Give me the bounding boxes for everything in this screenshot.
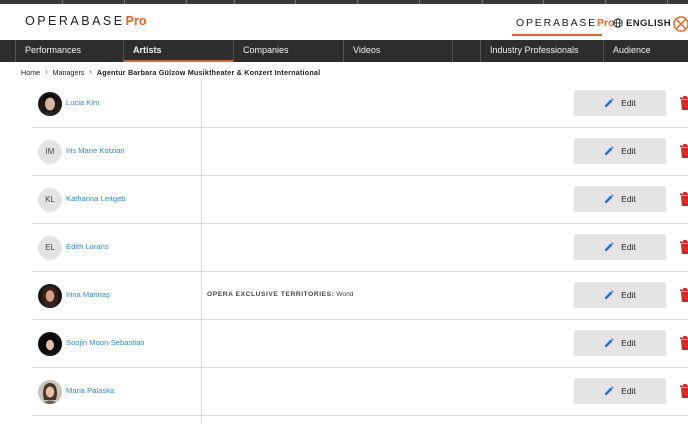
pro-button-text: OPERABASE bbox=[516, 17, 597, 29]
edit-button[interactable]: Edit bbox=[574, 378, 666, 404]
chevron-right-icon: › bbox=[89, 68, 92, 76]
avatar-initials: IM bbox=[38, 140, 62, 164]
trash-icon[interactable] bbox=[680, 192, 688, 206]
nav-performances[interactable]: Performances bbox=[15, 40, 123, 62]
edit-button[interactable]: Edit bbox=[574, 282, 666, 308]
nav-artists[interactable]: Artists bbox=[123, 40, 233, 62]
hub-icon[interactable] bbox=[672, 15, 688, 33]
trash-icon[interactable] bbox=[680, 336, 688, 350]
operabase-pro-button[interactable]: OPERABASEPro bbox=[512, 13, 615, 36]
nav-industry-professionals[interactable]: Industry Professionals bbox=[480, 40, 603, 62]
logo-pro: Pro bbox=[125, 14, 147, 28]
artist-row: IM Iris Marie Kotzian Edit bbox=[32, 128, 688, 176]
artist-row: Irina Marinaş OPERA EXCLUSIVE TERRITORIE… bbox=[32, 272, 688, 320]
logo-text: OPERABASE bbox=[25, 14, 125, 28]
avatar bbox=[38, 380, 62, 404]
artist-row: KL Katharina Leitgeb Edit bbox=[32, 176, 688, 224]
nav-companies[interactable]: Companies bbox=[233, 40, 343, 62]
trash-icon[interactable] bbox=[680, 144, 688, 158]
territory-label: OPERA EXCLUSIVE TERRITORIES: bbox=[207, 291, 335, 298]
header: OPERABASEPro OPERABASEPro ENGLISH bbox=[0, 4, 688, 40]
artist-row: Soojin Moon-Sebastian Edit bbox=[32, 320, 688, 368]
breadcrumb-managers[interactable]: Managers bbox=[53, 68, 85, 77]
artist-row: Lucia Kim Edit bbox=[32, 80, 688, 128]
avatar bbox=[38, 332, 62, 356]
pencil-icon bbox=[605, 290, 614, 299]
pencil-icon bbox=[605, 386, 614, 395]
nav-audience[interactable]: Audience bbox=[603, 40, 688, 62]
artist-name[interactable]: Soojin Moon-Sebastian bbox=[66, 338, 145, 347]
pencil-icon bbox=[605, 98, 614, 107]
trash-icon[interactable] bbox=[680, 240, 688, 254]
territory-info: OPERA EXCLUSIVE TERRITORIES: World bbox=[207, 291, 353, 298]
pencil-icon bbox=[605, 242, 614, 251]
edit-button[interactable]: Edit bbox=[574, 186, 666, 212]
edit-label: Edit bbox=[621, 194, 636, 204]
breadcrumb: Home › Managers › Agentur Barbara Gülzow… bbox=[21, 67, 320, 77]
artist-row: EL Edith Lorans Edit bbox=[32, 224, 688, 272]
artist-name[interactable]: Maria Palaska bbox=[66, 386, 114, 395]
artist-name[interactable]: Lucia Kim bbox=[66, 98, 99, 107]
artist-name[interactable]: Edith Lorans bbox=[66, 242, 109, 251]
pencil-icon bbox=[605, 338, 614, 347]
artist-name[interactable]: Irina Marinaş bbox=[66, 290, 110, 299]
edit-button[interactable]: Edit bbox=[574, 138, 666, 164]
pencil-icon bbox=[605, 194, 614, 203]
avatar-initials: EL bbox=[38, 236, 62, 260]
globe-icon bbox=[613, 18, 623, 28]
edit-label: Edit bbox=[621, 386, 636, 396]
trash-icon[interactable] bbox=[680, 384, 688, 398]
edit-label: Edit bbox=[621, 146, 636, 156]
edit-button[interactable]: Edit bbox=[574, 90, 666, 116]
artist-name[interactable]: Iris Marie Kotzian bbox=[66, 146, 125, 155]
edit-label: Edit bbox=[621, 242, 636, 252]
artist-list: Lucia Kim Edit IM Iris Marie Kotzian Edi… bbox=[32, 80, 688, 424]
avatar-initials: KL bbox=[38, 188, 62, 212]
nav-videos[interactable]: Videos bbox=[343, 40, 452, 62]
edit-button[interactable]: Edit bbox=[574, 330, 666, 356]
breadcrumb-current: Agentur Barbara Gülzow Musiktheater & Ko… bbox=[96, 67, 321, 77]
edit-label: Edit bbox=[621, 98, 636, 108]
language-label: ENGLISH bbox=[626, 17, 672, 29]
territory-value: World bbox=[336, 291, 354, 298]
operabase-logo[interactable]: OPERABASEPro bbox=[25, 14, 146, 28]
edit-label: Edit bbox=[621, 338, 636, 348]
edit-button[interactable]: Edit bbox=[574, 234, 666, 260]
chevron-right-icon: › bbox=[45, 68, 48, 76]
nav-empty[interactable] bbox=[452, 40, 480, 62]
avatar bbox=[38, 284, 62, 308]
trash-icon[interactable] bbox=[680, 288, 688, 302]
artist-name[interactable]: Katharina Leitgeb bbox=[66, 194, 126, 203]
main-nav: Performances Artists Companies Videos In… bbox=[0, 40, 688, 62]
avatar bbox=[38, 92, 62, 116]
pro-button-pro: Pro bbox=[596, 17, 615, 29]
edit-label: Edit bbox=[621, 290, 636, 300]
artist-row: Maria Palaska Edit bbox=[32, 368, 688, 416]
language-selector[interactable]: ENGLISH bbox=[613, 15, 671, 31]
pencil-icon bbox=[605, 146, 614, 155]
trash-icon[interactable] bbox=[680, 96, 688, 110]
breadcrumb-home[interactable]: Home bbox=[21, 68, 40, 77]
